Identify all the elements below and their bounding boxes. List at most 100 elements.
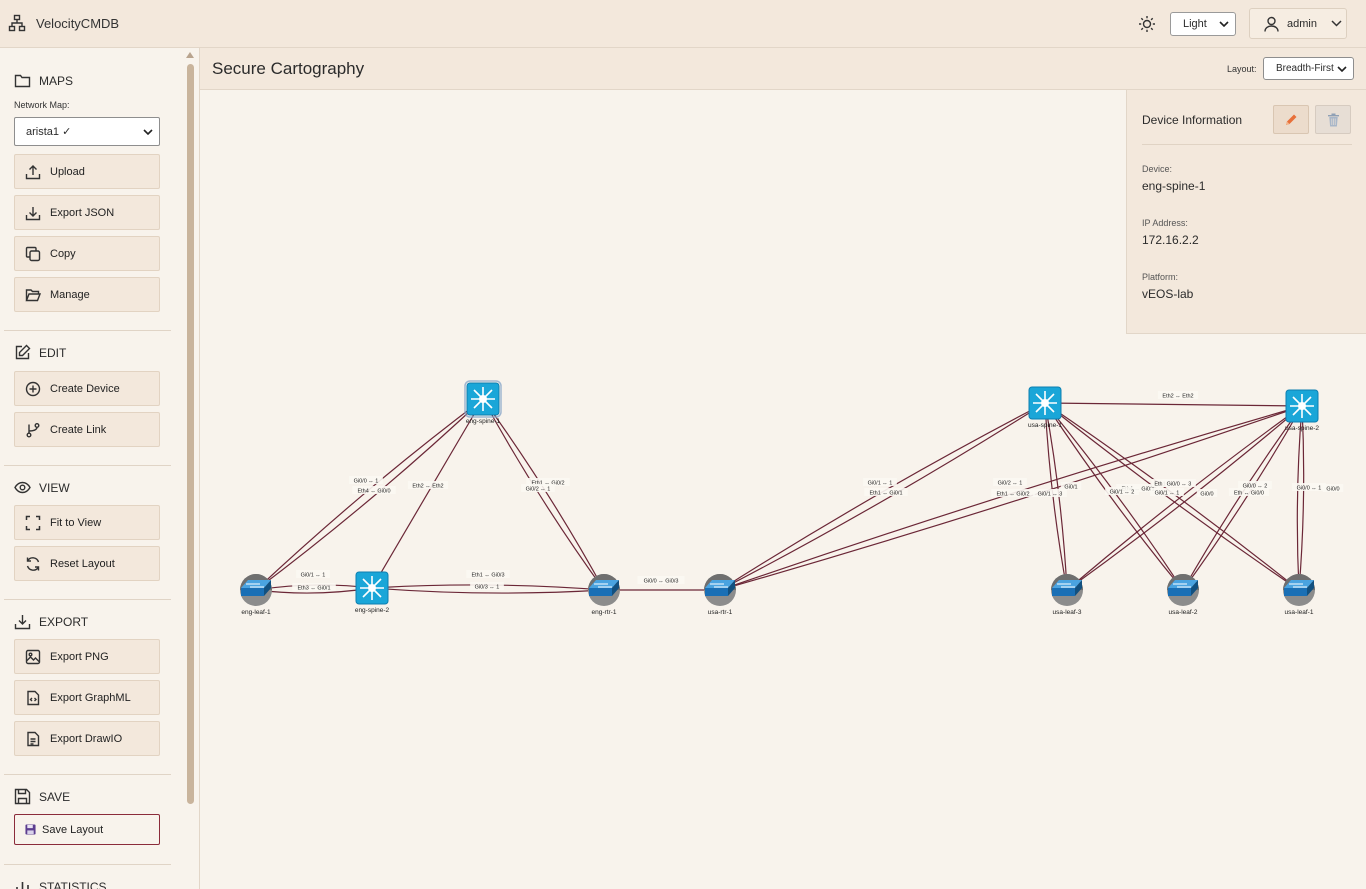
brand[interactable]: VelocityCMDB <box>8 14 119 32</box>
section-edit-label: EDIT <box>39 345 67 360</box>
svg-text:Gi0/3 ↔ 1: Gi0/3 ↔ 1 <box>475 585 500 591</box>
svg-text:Gi0/1 ↔ 3: Gi0/1 ↔ 3 <box>1038 492 1063 498</box>
manage-button[interactable]: Manage <box>14 277 160 312</box>
chevron-down-icon <box>143 128 153 135</box>
network-link[interactable] <box>719 405 1303 591</box>
edit-square-icon <box>15 344 31 360</box>
svg-text:Gi0/2 ↔ 1: Gi0/2 ↔ 1 <box>998 481 1023 487</box>
export-png-button[interactable]: Export PNG <box>14 639 160 674</box>
copy-button[interactable]: Copy <box>14 236 160 271</box>
switch-node[interactable]: eng-spine-1 <box>464 380 502 425</box>
sun-icon[interactable] <box>1137 14 1157 34</box>
network-link[interactable] <box>1066 405 1303 591</box>
switch-node[interactable]: eng-spine-2 <box>355 571 390 614</box>
export-drawio-button[interactable]: Export DrawIO <box>14 721 160 756</box>
save-layout-button[interactable]: Save Layout <box>14 814 160 845</box>
network-link[interactable] <box>1044 402 1300 591</box>
link-label: Gi0/1 ↔ 3 <box>1033 489 1067 498</box>
user-menu[interactable]: admin <box>1249 8 1347 39</box>
divider <box>4 465 171 466</box>
network-link[interactable] <box>482 398 605 591</box>
link-label: Eth ↔ Gi0/0 <box>1228 488 1270 497</box>
download-icon <box>14 615 31 630</box>
svg-text:Eth1 ↔ Gi0/2: Eth1 ↔ Gi0/2 <box>996 492 1029 498</box>
network-link[interactable] <box>1182 405 1303 591</box>
upload-label: Upload <box>50 165 85 178</box>
manage-label: Manage <box>50 288 90 301</box>
sidebar-scrollbar[interactable] <box>185 52 195 852</box>
device-info-panel: Device Information Device: eng-spine-1 I… <box>1126 90 1366 334</box>
trash-icon <box>1327 113 1339 126</box>
theme-select[interactable]: Light <box>1170 12 1236 36</box>
layout-select[interactable]: Breadth-First <box>1263 57 1354 80</box>
link-label: Gi0/0 ↔ 3 <box>1162 479 1196 488</box>
link-label: Eth1 ↔ Gi0/1 <box>864 488 908 497</box>
upload-button[interactable]: Upload <box>14 154 160 189</box>
reset-layout-button[interactable]: Reset Layout <box>14 546 160 581</box>
network-link[interactable] <box>482 398 605 591</box>
layout-select-value: Breadth-First <box>1276 63 1334 74</box>
scroll-thumb[interactable] <box>187 64 194 804</box>
theme-select-value: Light <box>1183 18 1207 30</box>
network-link[interactable] <box>1182 405 1303 591</box>
network-link[interactable] <box>1044 402 1300 591</box>
network-tree-icon <box>8 14 26 32</box>
floppy-disk-icon <box>25 824 36 835</box>
node-label: eng-spine-1 <box>466 418 501 425</box>
network-link[interactable] <box>1066 405 1303 591</box>
layout-label: Layout: <box>1227 64 1257 74</box>
section-view-label: VIEW <box>39 480 70 495</box>
link-label: Gi0/1 <box>1060 482 1082 491</box>
export-json-label: Export JSON <box>50 206 115 219</box>
section-view: VIEW <box>14 479 70 496</box>
fit-frame-icon <box>25 515 41 530</box>
create-link-button[interactable]: Create Link <box>14 412 160 447</box>
node-label: usa-spine-2 <box>1285 425 1319 432</box>
export-graphml-label: Export GraphML <box>50 691 131 704</box>
router-node[interactable]: usa-leaf-1 <box>1283 574 1315 616</box>
section-save: SAVE <box>14 788 70 805</box>
svg-text:Eth ↔ Gi0/0: Eth ↔ Gi0/0 <box>1234 491 1264 497</box>
svg-text:Eth4 ↔ Gi0/0: Eth4 ↔ Gi0/0 <box>357 489 390 495</box>
link-label: Gi0/0 ↔ 1 <box>349 476 383 485</box>
network-link[interactable] <box>255 398 484 591</box>
create-device-button[interactable]: Create Device <box>14 371 160 406</box>
chevron-down-icon <box>1337 65 1347 72</box>
svg-text:Eth1 ↔ Gi0/3: Eth1 ↔ Gi0/3 <box>471 573 504 579</box>
svg-text:Gi0/0: Gi0/0 <box>1200 492 1213 498</box>
export-json-button[interactable]: Export JSON <box>14 195 160 230</box>
link-label: Gi0/1 ↔ 1 <box>1150 488 1184 497</box>
link-label: Eth2 ↔ Eth2 <box>407 481 449 490</box>
router-node[interactable]: usa-leaf-2 <box>1167 574 1199 616</box>
switch-node[interactable]: usa-spine-1 <box>1028 386 1062 429</box>
router-node[interactable]: eng-rtr-1 <box>588 574 620 616</box>
link-label: Gi0/0 ↔ 1 <box>1292 483 1326 492</box>
network-link[interactable] <box>719 405 1303 591</box>
svg-text:Gi0/0 ↔ 1: Gi0/0 ↔ 1 <box>1297 486 1322 492</box>
export-drawio-label: Export DrawIO <box>50 732 123 745</box>
platform-label: Platform: <box>1142 272 1179 282</box>
link-label: Eth4 ↔ Gi0/0 <box>352 486 396 495</box>
node-label: usa-rtr-1 <box>708 609 733 616</box>
eye-icon <box>14 481 31 494</box>
network-link[interactable] <box>255 398 484 591</box>
switch-node[interactable]: usa-spine-2 <box>1285 389 1319 432</box>
router-node[interactable]: usa-leaf-3 <box>1051 574 1083 616</box>
network-link[interactable] <box>1044 402 1303 407</box>
link-label: Gi0/2 ↔ 1 <box>521 484 555 493</box>
link-label: Gi0/1 ↔ 1 <box>296 570 330 579</box>
export-graphml-button[interactable]: Export GraphML <box>14 680 160 715</box>
fit-to-view-button[interactable]: Fit to View <box>14 505 160 540</box>
edit-device-button[interactable] <box>1273 105 1309 134</box>
network-map-select[interactable]: arista1 ✓ <box>14 117 160 146</box>
router-node[interactable]: usa-rtr-1 <box>704 574 736 616</box>
node-label: usa-leaf-2 <box>1169 609 1198 616</box>
svg-text:Gi0/1 ↔ 1: Gi0/1 ↔ 1 <box>301 573 326 579</box>
pencil-icon <box>1286 114 1297 125</box>
scroll-up-arrow[interactable] <box>186 52 194 58</box>
create-link-label: Create Link <box>50 423 107 436</box>
export-png-label: Export PNG <box>50 650 109 663</box>
user-icon <box>1264 16 1279 32</box>
router-node[interactable]: eng-leaf-1 <box>240 574 272 616</box>
delete-device-button[interactable] <box>1315 105 1351 134</box>
